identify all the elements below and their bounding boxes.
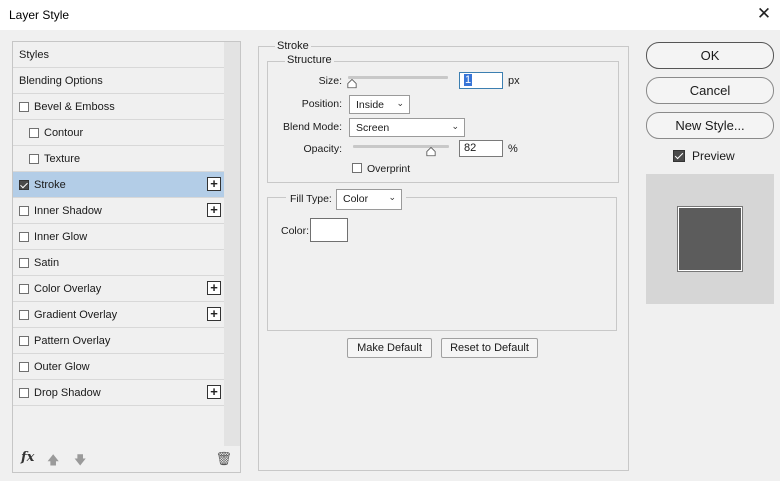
style-item-label: Outer Glow: [34, 360, 90, 373]
make-default-button[interactable]: Make Default: [347, 338, 432, 358]
new-style-button[interactable]: New Style...: [646, 112, 774, 139]
chevron-down-icon: ⌄: [388, 192, 396, 202]
style-checkbox[interactable]: [19, 101, 29, 112]
style-item-styles[interactable]: Styles: [13, 42, 224, 68]
reset-to-default-button[interactable]: Reset to Default: [441, 338, 538, 358]
style-checkbox[interactable]: [19, 309, 29, 320]
move-down-icon[interactable]: 🡇: [74, 451, 86, 472]
styles-panel-footer: fx 🡅 🡇 🗑: [13, 446, 240, 472]
add-icon[interactable]: +: [207, 281, 221, 295]
add-icon[interactable]: +: [207, 307, 221, 321]
opacity-input[interactable]: 82: [459, 140, 503, 157]
size-input[interactable]: 1: [459, 72, 503, 89]
trash-icon[interactable]: 🗑: [215, 451, 232, 467]
title-bar: Layer Style ✕: [0, 0, 780, 30]
size-value: 1: [464, 74, 473, 86]
style-item-drop-shadow[interactable]: Drop Shadow +: [13, 380, 224, 406]
styles-panel: Styles Blending Options Bevel & Emboss Cont…: [12, 41, 241, 473]
style-item-label: Stroke: [34, 178, 66, 191]
overprint-label: Overprint: [367, 163, 411, 175]
style-item-label: Drop Shadow: [34, 386, 101, 399]
chevron-down-icon: ⌄: [396, 98, 404, 108]
fill-type-value: Color: [343, 193, 369, 205]
style-item-label: Inner Glow: [34, 230, 88, 243]
overprint-checkbox[interactable]: [352, 163, 362, 173]
add-icon[interactable]: +: [207, 385, 221, 399]
style-checkbox[interactable]: [19, 205, 29, 216]
style-item-inner-glow[interactable]: Inner Glow: [13, 224, 224, 250]
style-item-inner-shadow[interactable]: Inner Shadow +: [13, 198, 224, 224]
opacity-unit: %: [508, 143, 518, 155]
style-checkbox[interactable]: [19, 283, 29, 294]
style-item-satin[interactable]: Satin: [13, 250, 224, 276]
ok-button[interactable]: OK: [646, 42, 774, 69]
stroke-group-title: Stroke: [275, 40, 311, 52]
preview-swatch: [677, 206, 743, 272]
style-checkbox[interactable]: [19, 387, 29, 398]
position-select[interactable]: Inside ⌄: [349, 95, 410, 114]
fill-type-label: Fill Type:: [290, 193, 332, 205]
blend-mode-label: Blend Mode:: [283, 121, 342, 133]
style-checkbox[interactable]: [19, 361, 29, 372]
style-checkbox[interactable]: [29, 127, 39, 138]
size-slider-track[interactable]: [348, 76, 448, 79]
style-checkbox[interactable]: [19, 335, 29, 346]
preview-area: [646, 174, 774, 304]
style-item-label: Contour: [44, 126, 84, 139]
style-item-label: Texture: [44, 152, 81, 165]
size-slider-thumb[interactable]: [347, 79, 357, 89]
style-checkbox[interactable]: [19, 257, 29, 268]
style-checkbox[interactable]: [29, 153, 39, 164]
move-up-icon[interactable]: 🡅: [47, 451, 59, 472]
style-item-label: Styles: [19, 48, 49, 61]
style-item-outer-glow[interactable]: Outer Glow: [13, 354, 224, 380]
window-title: Layer Style: [9, 8, 70, 22]
color-label: Color:: [281, 225, 310, 237]
opacity-value: 82: [464, 142, 477, 154]
opacity-label: Opacity:: [303, 143, 342, 155]
preview-label: Preview: [692, 149, 735, 163]
style-item-label: Blending Options: [19, 74, 103, 87]
style-item-label: Color Overlay: [34, 282, 102, 295]
style-item-label: Gradient Overlay: [34, 308, 118, 321]
style-item-contour[interactable]: Contour: [13, 120, 224, 146]
blend-mode-select[interactable]: Screen ⌄: [349, 118, 465, 137]
fx-icon[interactable]: fx: [21, 450, 34, 465]
style-checkbox[interactable]: [19, 179, 29, 190]
close-icon[interactable]: ✕: [754, 4, 774, 24]
style-checkbox[interactable]: [19, 231, 29, 242]
opacity-slider-thumb[interactable]: [426, 147, 436, 157]
style-item-label: Inner Shadow: [34, 204, 102, 217]
style-item-color-overlay[interactable]: Color Overlay +: [13, 276, 224, 302]
position-label: Position:: [301, 98, 342, 110]
fill-type-select[interactable]: Color ⌄: [336, 189, 402, 210]
add-icon[interactable]: +: [207, 203, 221, 217]
style-item-label: Pattern Overlay: [34, 334, 111, 347]
style-item-texture[interactable]: Texture: [13, 146, 224, 172]
add-icon[interactable]: +: [207, 177, 221, 191]
style-item-stroke[interactable]: Stroke +: [13, 172, 224, 198]
blend-mode-value: Screen: [356, 122, 390, 134]
size-label: Size:: [318, 75, 342, 87]
style-item-gradient-overlay[interactable]: Gradient Overlay +: [13, 302, 224, 328]
styles-scrollbar[interactable]: [224, 42, 240, 446]
styles-list: Styles Blending Options Bevel & Emboss Cont…: [13, 42, 224, 406]
cancel-button[interactable]: Cancel: [646, 77, 774, 104]
preview-checkbox[interactable]: [673, 150, 685, 162]
size-unit: px: [508, 75, 520, 87]
style-item-label: Satin: [34, 256, 60, 269]
color-swatch[interactable]: [310, 218, 348, 242]
style-item-blending-options[interactable]: Blending Options: [13, 68, 224, 94]
style-item-bevel-emboss[interactable]: Bevel & Emboss: [13, 94, 224, 120]
chevron-down-icon: ⌄: [451, 121, 459, 131]
structure-group-title: Structure: [285, 54, 334, 66]
style-item-label: Bevel & Emboss: [34, 100, 115, 113]
style-item-pattern-overlay[interactable]: Pattern Overlay: [13, 328, 224, 354]
position-value: Inside: [356, 99, 385, 111]
